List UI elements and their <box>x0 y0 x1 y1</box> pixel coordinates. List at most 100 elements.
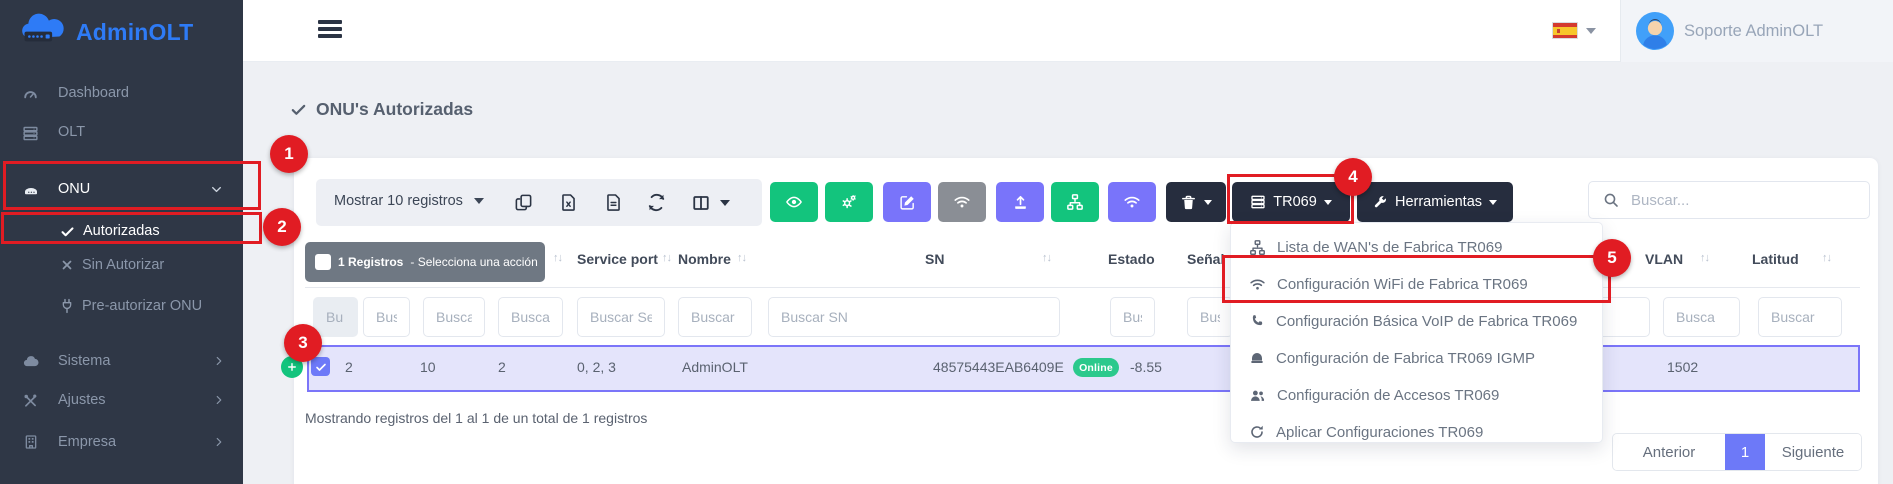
annotation-circle-2: 2 <box>263 208 301 246</box>
upload-button[interactable] <box>996 182 1044 222</box>
column-header-sn[interactable]: SN <box>925 251 944 267</box>
row-checkbox[interactable] <box>311 357 330 376</box>
show-entries-dropdown[interactable]: Mostrar 10 registros <box>334 193 484 209</box>
refresh-icon <box>647 193 666 212</box>
building-icon <box>23 434 39 450</box>
sidebar-item-ajustes[interactable]: Ajustes <box>0 388 243 414</box>
status-badge: Online <box>1073 358 1119 377</box>
delete-dropdown-button[interactable] <box>1166 182 1226 222</box>
cell-senal: -8.55 <box>1130 359 1162 375</box>
view-button[interactable] <box>770 182 818 222</box>
copy-button[interactable] <box>514 193 533 212</box>
sidebar-item-label: Autorizadas <box>83 223 160 239</box>
select-all-checkbox[interactable] <box>315 254 331 270</box>
cell-vlan: 1502 <box>1667 359 1698 375</box>
filter-input-nombre[interactable] <box>678 297 752 337</box>
sort-icon: ↑↓ <box>737 252 746 264</box>
menu-item-config-voip[interactable]: Configuración Básica VoIP de Fabrica TR0… <box>1231 303 1604 339</box>
sidebar-item-dashboard[interactable]: Dashboard <box>0 81 243 107</box>
trash-icon <box>1180 194 1197 211</box>
sidebar-item-sin-autorizar[interactable]: Sin Autorizar <box>0 253 243 279</box>
column-header-estado[interactable]: Estado <box>1108 251 1155 267</box>
filter-input-latitud[interactable] <box>1758 297 1842 337</box>
selected-count: 1 Registros <box>338 255 403 269</box>
menu-item-aplicar-config[interactable]: Aplicar Configuraciones TR069 <box>1231 414 1604 450</box>
sitemap-icon <box>1249 239 1266 256</box>
search-input[interactable] <box>1629 191 1855 210</box>
user-avatar[interactable] <box>1636 12 1674 50</box>
sidebar-item-empresa[interactable]: Empresa <box>0 430 243 456</box>
header-divider <box>305 287 1860 288</box>
wrench-icon <box>1373 195 1388 210</box>
wifi-disabled-button[interactable] <box>938 182 986 222</box>
column-header-latitud[interactable]: Latitud <box>1752 251 1799 267</box>
columns-caret-icon[interactable] <box>720 200 730 206</box>
phone-icon <box>1249 313 1265 329</box>
caret-down-icon <box>1489 200 1497 205</box>
tr069-dropdown-button[interactable]: TR069 <box>1232 182 1350 222</box>
tr069-label: TR069 <box>1273 194 1317 210</box>
filter-input-sn[interactable] <box>768 297 1060 337</box>
filter-input-col2[interactable] <box>423 297 485 337</box>
menu-item-config-igmp[interactable]: Configuración de Fabrica TR069 IGMP <box>1231 340 1604 376</box>
wifi-config-button[interactable] <box>1108 182 1156 222</box>
redo-icon <box>1249 424 1265 440</box>
language-flag-icon[interactable] <box>1552 22 1578 39</box>
export-file-button[interactable] <box>604 193 623 212</box>
column-visibility-button[interactable] <box>692 194 710 212</box>
sidebar-item-sistema[interactable]: Sistema <box>0 349 243 375</box>
select-action-button[interactable]: 1 Registros - Selecciona una acción <box>305 242 545 282</box>
menu-item-label: Configuración de Fabrica TR069 IGMP <box>1276 350 1535 367</box>
pagination-page-1[interactable]: 1 <box>1725 434 1765 470</box>
filter-input-senal[interactable] <box>1187 297 1233 337</box>
gauge-icon <box>22 86 39 103</box>
filter-input-estado[interactable] <box>1110 297 1155 337</box>
herramientas-dropdown-button[interactable]: Herramientas <box>1357 182 1513 222</box>
filter-input-service-port[interactable] <box>577 297 665 337</box>
network-button[interactable] <box>1051 182 1099 222</box>
menu-item-config-wifi[interactable]: Configuración WiFi de Fabrica TR069 <box>1231 266 1604 302</box>
filter-input-col1[interactable] <box>363 297 410 337</box>
filter-input-col3[interactable] <box>498 297 563 337</box>
caret-down-icon <box>1204 200 1212 205</box>
page-title: ONU's Autorizadas <box>316 99 473 120</box>
sidebar-item-label: Ajustes <box>58 392 106 408</box>
sidebar-item-pre-autorizar[interactable]: Pre-autorizar ONU <box>0 294 243 320</box>
chevron-down-icon <box>210 183 223 196</box>
refresh-button[interactable] <box>647 193 666 212</box>
wifi-icon <box>953 193 971 211</box>
table-info-text: Mostrando registros del 1 al 1 de un tot… <box>305 410 647 426</box>
pagination-next-button[interactable]: Siguiente <box>1765 434 1861 470</box>
user-name[interactable]: Soporte AdminOLT <box>1684 22 1823 41</box>
column-header-nombre[interactable]: Nombre <box>678 251 731 267</box>
edit-button[interactable] <box>883 182 931 222</box>
sidebar-item-label: Dashboard <box>58 85 129 101</box>
sidebar-item-autorizadas[interactable]: Autorizadas <box>0 219 243 245</box>
sidebar-item-onu[interactable]: ONU <box>0 177 243 203</box>
pagination-prev-button[interactable]: Anterior <box>1613 434 1725 470</box>
sidebar-item-olt[interactable]: OLT <box>0 120 243 146</box>
sort-icon: ↑↓ <box>553 252 562 264</box>
users-icon <box>1249 387 1266 404</box>
language-caret-icon[interactable] <box>1586 28 1596 34</box>
brand-logo[interactable] <box>18 12 70 48</box>
sort-icon: ↑↓ <box>1042 252 1051 264</box>
settings-button[interactable] <box>825 182 873 222</box>
column-header-vlan[interactable]: VLAN <box>1645 251 1683 267</box>
sort-icon: ↑↓ <box>1700 252 1709 264</box>
menu-item-config-accesos[interactable]: Configuración de Accesos TR069 <box>1231 377 1604 413</box>
check-icon <box>315 361 327 373</box>
menu-item-label: Configuración de Accesos TR069 <box>1277 387 1499 404</box>
column-header-senal[interactable]: Señal <box>1187 251 1224 267</box>
export-excel-button[interactable] <box>559 193 578 212</box>
filter-input-vlan[interactable] <box>1663 297 1740 337</box>
cloud-icon <box>22 353 40 371</box>
server-icon <box>1250 194 1266 210</box>
copy-icon <box>514 193 533 212</box>
columns-icon <box>692 194 710 212</box>
filter-input-actions <box>313 297 358 337</box>
cell-service-port: 0, 2, 3 <box>577 359 616 375</box>
hamburger-menu-button[interactable] <box>318 20 342 42</box>
menu-item-lista-wans[interactable]: Lista de WAN's de Fabrica TR069 <box>1231 229 1604 265</box>
column-header-service-port[interactable]: Service port <box>577 251 658 267</box>
